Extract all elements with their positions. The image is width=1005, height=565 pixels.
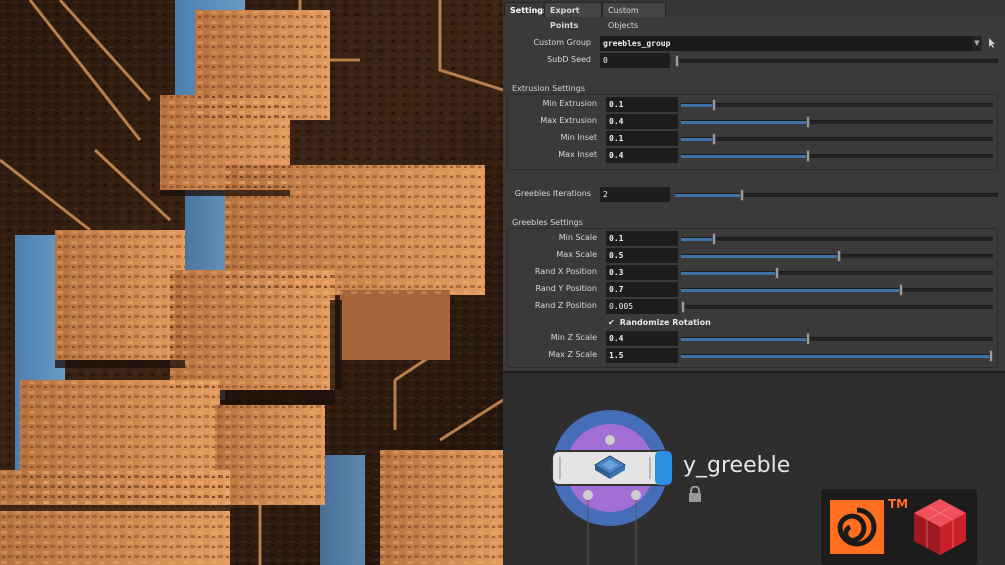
max-extrusion-field[interactable]: 0.4	[606, 114, 678, 129]
extrusion-settings-title: Extrusion Settings	[512, 84, 585, 93]
max-z-scale-field[interactable]: 1.5	[606, 348, 678, 363]
min-scale-slider[interactable]	[681, 233, 993, 245]
greebles-settings-group	[507, 228, 998, 368]
houdini-logo-icon	[830, 500, 884, 554]
slider-fill	[681, 255, 837, 258]
slider-fill	[681, 121, 806, 124]
min-extrusion-slider[interactable]	[681, 99, 993, 111]
min-scale-field[interactable]: 0.1	[606, 231, 678, 246]
slider-fill	[681, 289, 900, 292]
rand-y-position-field[interactable]: 0.7	[606, 282, 678, 297]
slider-handle[interactable]	[712, 233, 717, 245]
min-inset-label: Min Inset	[560, 133, 597, 142]
slider-handle[interactable]	[899, 284, 904, 296]
slider-fill	[675, 194, 740, 197]
slider-fill	[681, 155, 806, 158]
max-scale-field[interactable]: 0.5	[606, 248, 678, 263]
rand-x-position-field[interactable]: 0.3	[606, 265, 678, 280]
subd-seed-field[interactable]: 0	[600, 53, 670, 68]
checkmark-icon: ✔	[608, 318, 615, 327]
node-output-connector-2[interactable]	[631, 490, 641, 500]
max-z-scale-slider[interactable]	[681, 350, 993, 362]
rand-z-position-slider[interactable]	[681, 301, 993, 313]
slider-handle[interactable]	[805, 150, 810, 162]
node-name[interactable]: y_greeble	[683, 453, 790, 478]
tab-settings[interactable]: Settings	[504, 2, 548, 17]
min-extrusion-label: Min Extrusion	[542, 99, 597, 108]
select-arrow-icon[interactable]	[987, 37, 997, 49]
custom-group-label: Custom Group	[533, 38, 591, 47]
greebles-iterations-slider[interactable]	[675, 189, 998, 201]
greebles-iterations-label: Greebles Iterations	[514, 189, 591, 198]
slider-fill	[681, 272, 775, 275]
slider-fill	[681, 338, 806, 341]
trademark-mark: TM	[888, 497, 909, 511]
rand-x-position-label: Rand X Position	[534, 267, 597, 276]
slider-handle[interactable]	[805, 116, 810, 128]
custom-group-field[interactable]: greebles_group	[600, 36, 972, 51]
min-z-scale-label: Min Z Scale	[550, 333, 597, 342]
rand-y-position-label: Rand Y Position	[535, 284, 597, 293]
max-z-scale-label: Max Z Scale	[548, 350, 597, 359]
slider-handle[interactable]	[675, 55, 679, 67]
max-inset-slider[interactable]	[681, 150, 993, 162]
randomize-rotation-label: Randomize Rotation	[619, 318, 711, 327]
subd-seed-label: SubD Seed	[547, 55, 591, 64]
node-output-connector-1[interactable]	[583, 490, 593, 500]
custom-group-dropdown-icon[interactable]: ▼	[972, 36, 982, 51]
slider-fill	[681, 138, 713, 141]
tab-bar: Settings Export Points Custom Objects	[503, 0, 1005, 30]
greebles-iterations-field[interactable]: 2	[600, 187, 670, 202]
max-extrusion-label: Max Extrusion	[540, 116, 597, 125]
slider-handle[interactable]	[774, 267, 779, 279]
max-inset-label: Max Inset	[558, 150, 597, 159]
slider-handle[interactable]	[739, 189, 744, 201]
slider-handle[interactable]	[805, 333, 810, 345]
y-greeble-node[interactable]	[540, 405, 680, 565]
rand-y-position-slider[interactable]	[681, 284, 993, 296]
render-viewport	[0, 0, 503, 565]
slider-fill	[681, 355, 993, 358]
tab-custom-objects[interactable]: Custom Objects	[602, 2, 666, 30]
subd-seed-slider[interactable]	[675, 55, 998, 67]
randomize-rotation-toggle[interactable]: ✔ Randomize Rotation	[608, 318, 711, 327]
max-extrusion-slider[interactable]	[681, 116, 993, 128]
max-scale-label: Max Scale	[556, 250, 597, 259]
lock-icon[interactable]	[688, 485, 702, 502]
min-inset-slider[interactable]	[681, 133, 993, 145]
min-z-scale-slider[interactable]	[681, 333, 993, 345]
min-scale-label: Min Scale	[558, 233, 597, 242]
greeble-render-image	[0, 0, 503, 565]
slider-handle[interactable]	[837, 250, 841, 262]
min-inset-field[interactable]: 0.1	[606, 131, 678, 146]
slider-handle[interactable]	[712, 133, 717, 145]
slider-handle[interactable]	[712, 99, 717, 111]
rand-z-position-field[interactable]: 0.005	[606, 299, 678, 314]
rand-z-position-label: Rand Z Position	[534, 301, 597, 310]
greebles-settings-title: Greebles Settings	[512, 218, 583, 227]
node-input-connector[interactable]	[605, 435, 615, 445]
rand-x-position-slider[interactable]	[681, 267, 993, 279]
slider-fill	[681, 104, 713, 107]
min-z-scale-field[interactable]: 0.4	[606, 331, 678, 346]
tab-export-points[interactable]: Export Points	[544, 2, 602, 30]
max-scale-slider[interactable]	[681, 250, 993, 262]
slider-handle[interactable]	[681, 301, 685, 313]
max-inset-field[interactable]: 0.4	[606, 148, 678, 163]
min-extrusion-field[interactable]: 0.1	[606, 97, 678, 112]
redshift-logo-icon	[914, 499, 966, 555]
slider-fill	[681, 238, 713, 241]
slider-handle[interactable]	[989, 350, 993, 362]
